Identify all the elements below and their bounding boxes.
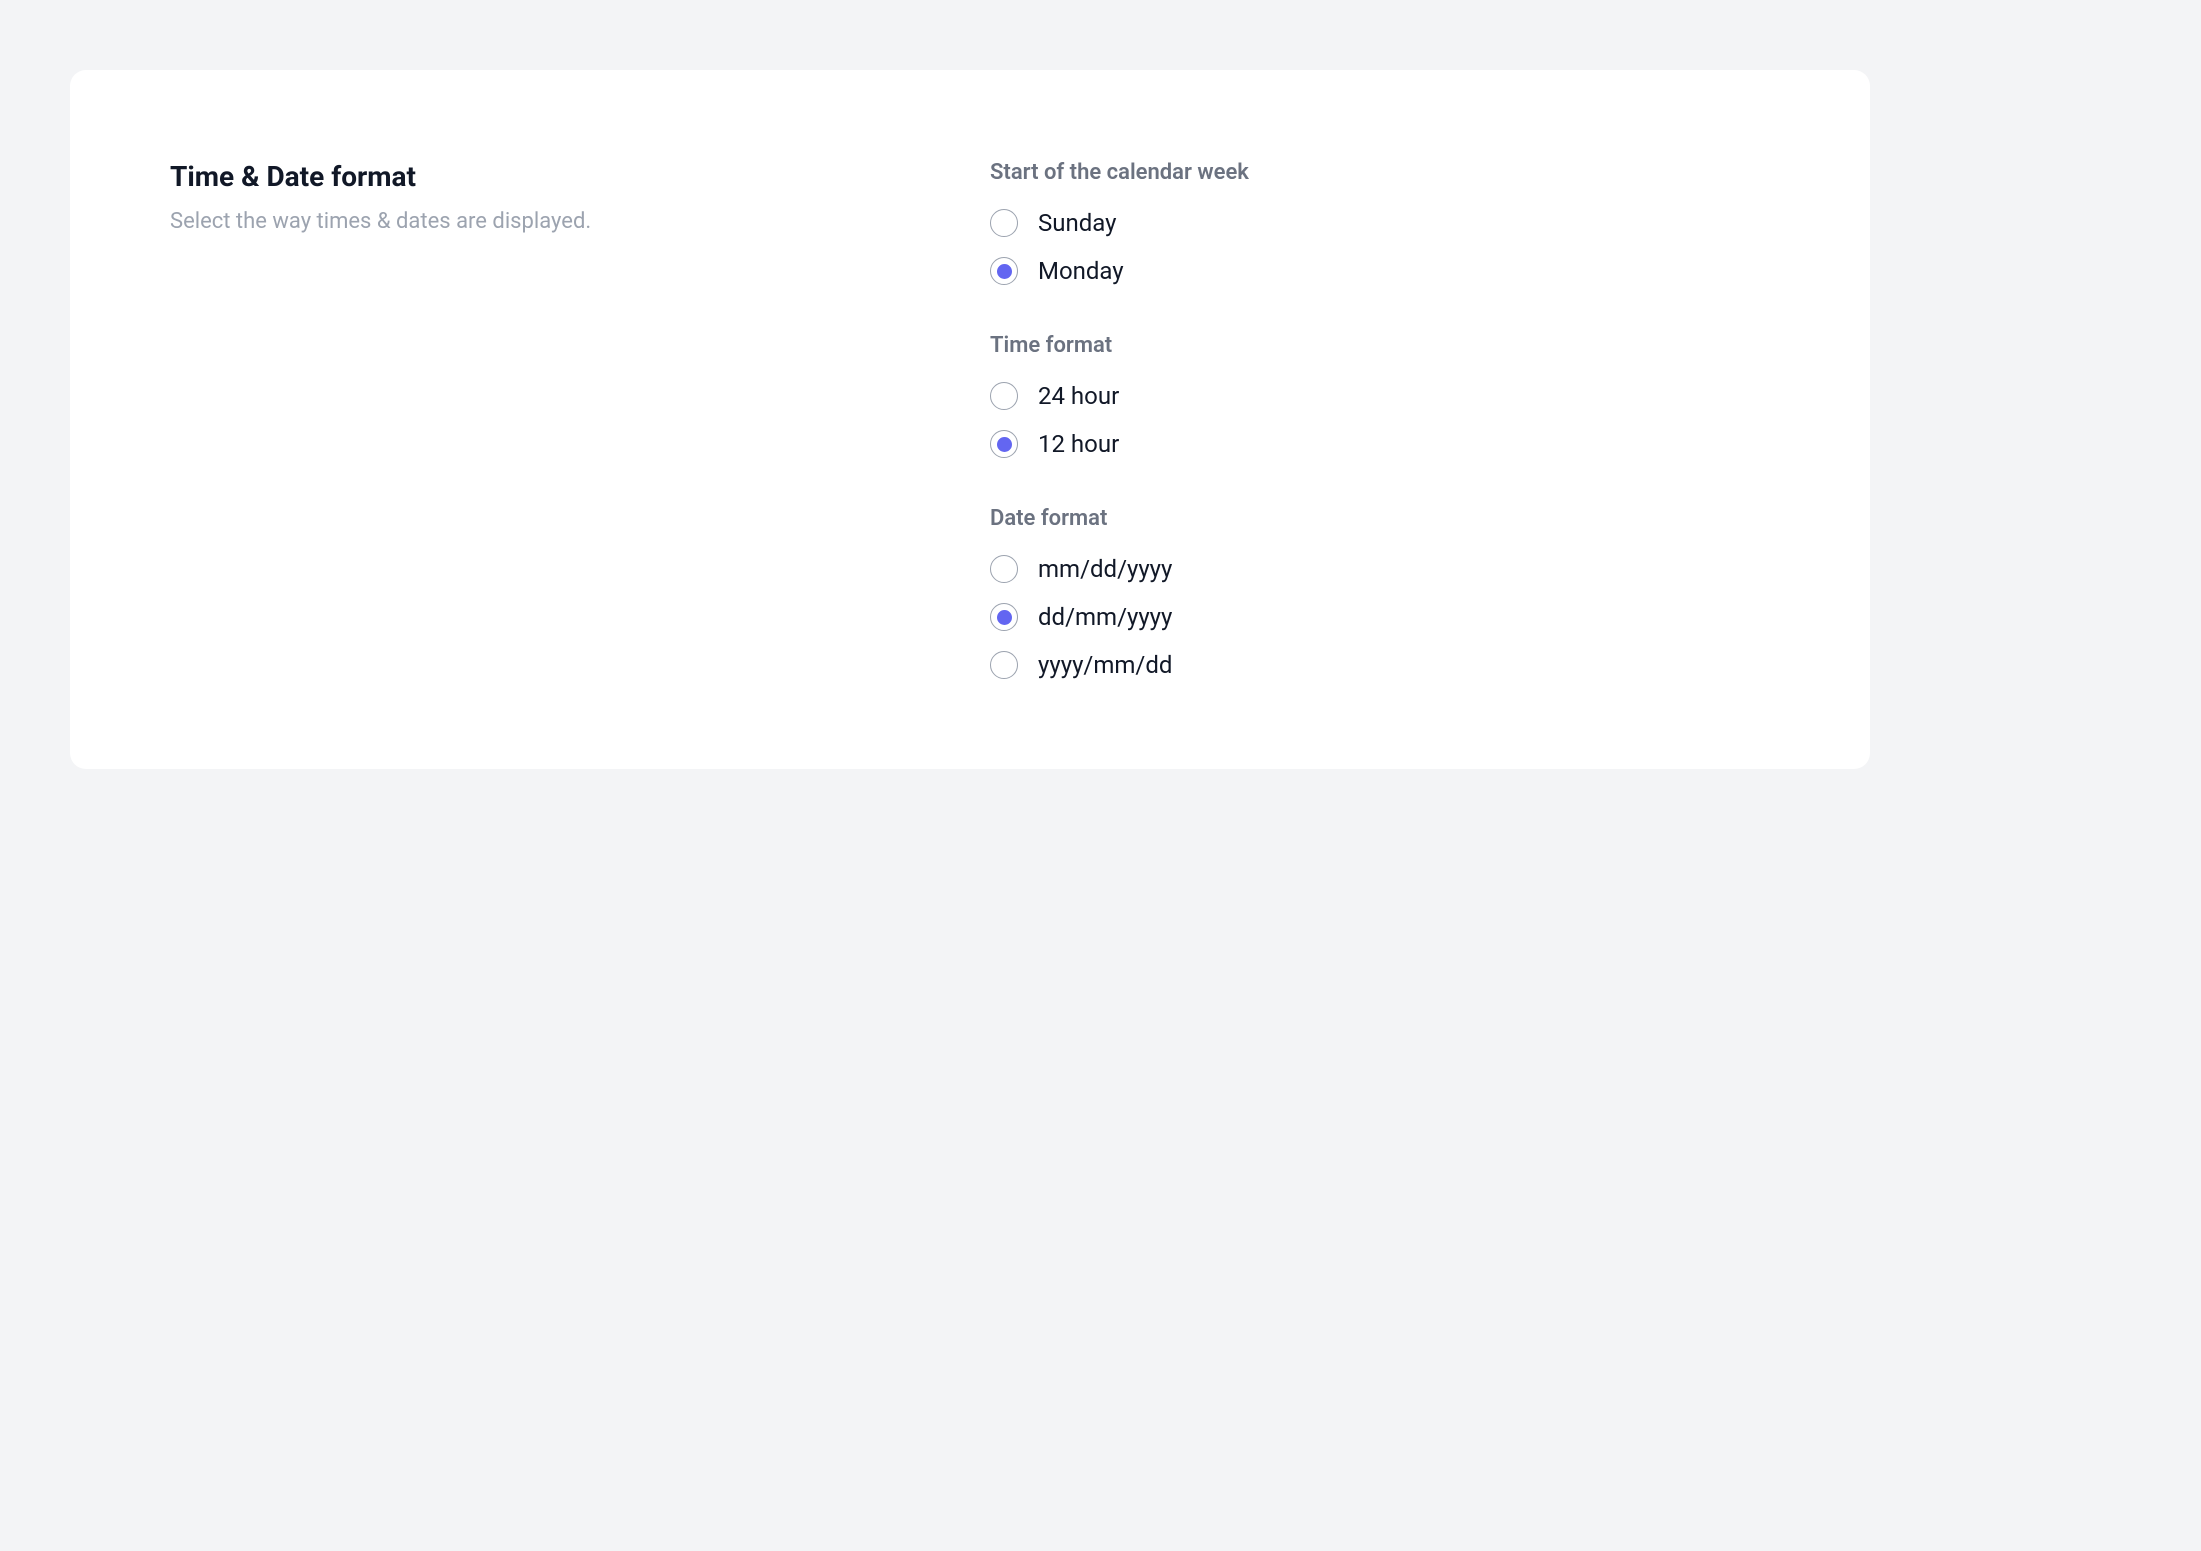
settings-content: Time & Date format Select the way times … [170,160,1770,679]
radio-icon [990,430,1018,458]
time-format-24hour[interactable]: 24 hour [990,382,1770,410]
radio-icon [990,209,1018,237]
week-start-label: Start of the calendar week [990,160,1770,185]
radio-label: yyyy/mm/dd [1038,651,1172,679]
radio-label: dd/mm/yyyy [1038,603,1172,631]
week-start-monday[interactable]: Monday [990,257,1770,285]
radio-label: 24 hour [1038,382,1119,410]
week-start-sunday[interactable]: Sunday [990,209,1770,237]
time-format-group: Time format 24 hour 12 hour [990,333,1770,458]
date-format-ddmmyyyy[interactable]: dd/mm/yyyy [990,603,1770,631]
radio-icon [990,382,1018,410]
week-start-group: Start of the calendar week Sunday Monday [990,160,1770,285]
date-format-mmddyyyy[interactable]: mm/dd/yyyy [990,555,1770,583]
settings-options: Start of the calendar week Sunday Monday… [990,160,1770,679]
radio-label: 12 hour [1038,430,1119,458]
radio-label: mm/dd/yyyy [1038,555,1172,583]
settings-card: Time & Date format Select the way times … [70,70,1870,769]
time-format-12hour[interactable]: 12 hour [990,430,1770,458]
radio-label: Sunday [1038,209,1117,237]
radio-icon [990,257,1018,285]
radio-icon [990,603,1018,631]
radio-label: Monday [1038,257,1124,285]
section-header: Time & Date format Select the way times … [170,160,950,679]
time-format-label: Time format [990,333,1770,358]
date-format-label: Date format [990,506,1770,531]
radio-icon [990,651,1018,679]
date-format-yyyymmdd[interactable]: yyyy/mm/dd [990,651,1770,679]
section-description: Select the way times & dates are display… [170,205,950,238]
date-format-group: Date format mm/dd/yyyy dd/mm/yyyy [990,506,1770,679]
section-title: Time & Date format [170,160,950,193]
radio-icon [990,555,1018,583]
